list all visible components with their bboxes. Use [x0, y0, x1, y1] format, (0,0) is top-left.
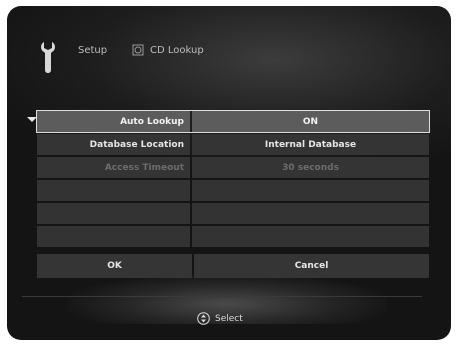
setting-label: Access Timeout: [37, 157, 190, 178]
empty-row: [37, 203, 429, 224]
settings-grid: Auto Lookup ON Database Location Interna…: [36, 110, 430, 249]
select-hint-label: Select: [215, 313, 243, 324]
button-bar: OK Cancel: [37, 254, 429, 278]
empty-cell: [192, 226, 429, 247]
cd-icon: [132, 44, 144, 56]
header-section-label: Setup: [78, 45, 108, 56]
setting-value: 30 seconds: [192, 157, 429, 178]
empty-cell: [37, 203, 190, 224]
setting-label: Auto Lookup: [37, 111, 190, 132]
wrench-icon: [41, 42, 55, 73]
setting-label: Database Location: [37, 134, 190, 155]
setting-row-auto-lookup[interactable]: Auto Lookup ON: [36, 110, 430, 133]
setting-value[interactable]: Internal Database: [192, 134, 429, 155]
empty-cell: [192, 203, 429, 224]
empty-cell: [37, 180, 190, 201]
footer-divider: [22, 296, 422, 297]
dpad-updown-icon: [197, 312, 210, 325]
menu-arrow-icon: [27, 117, 37, 122]
setting-value[interactable]: ON: [192, 111, 429, 132]
empty-cell: [37, 226, 190, 247]
header-page-label: CD Lookup: [150, 45, 204, 56]
setting-row-database-location[interactable]: Database Location Internal Database: [37, 134, 429, 155]
footer-hint: Select: [197, 312, 243, 325]
empty-row: [37, 226, 429, 247]
empty-row: [37, 180, 429, 201]
empty-cell: [192, 180, 429, 201]
cancel-button[interactable]: Cancel: [194, 254, 429, 278]
setting-row-access-timeout: Access Timeout 30 seconds: [37, 157, 429, 178]
ok-button[interactable]: OK: [37, 254, 192, 278]
